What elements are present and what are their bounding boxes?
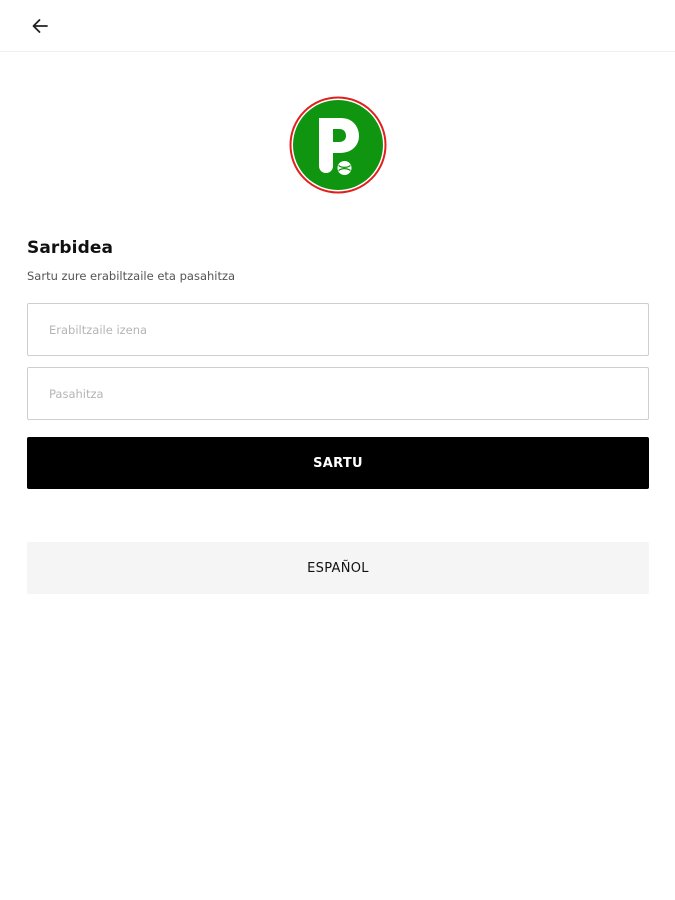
ball-icon [337,161,352,175]
top-bar [0,0,675,52]
back-button[interactable] [24,12,56,40]
password-input[interactable] [27,367,649,420]
language-button[interactable]: ESPAÑOL [27,542,649,594]
page-title: Sarbidea [27,238,114,258]
page-subtitle: Sartu zure erabiltzaile eta pasahitza [27,269,236,283]
username-input[interactable] [27,303,649,356]
login-button[interactable]: SARTU [27,437,649,489]
app-logo [289,96,387,194]
arrow-left-icon [31,18,49,34]
